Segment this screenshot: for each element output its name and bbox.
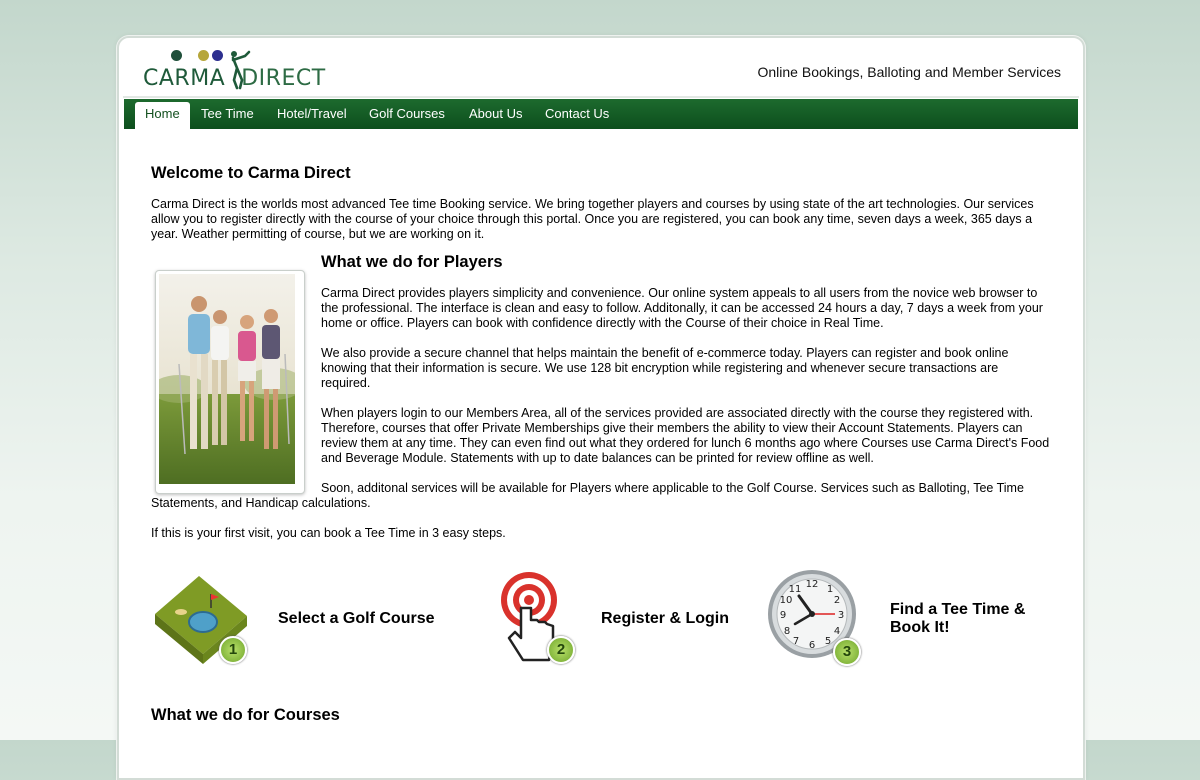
players-section: What we do for Players Carma Direct prov… <box>321 253 1051 466</box>
logo-dot-icon <box>212 50 223 61</box>
players-photo <box>151 270 305 494</box>
svg-text:9: 9 <box>780 610 786 621</box>
welcome-text: Carma Direct is the worlds most advanced… <box>151 197 1034 241</box>
page-frame: CARMA DIRECT Online Bookings, Balloting a… <box>117 36 1085 780</box>
logo-text-carma: CARMA <box>143 66 226 91</box>
step-3-badge: 3 <box>833 638 861 666</box>
nav-item-contact-us[interactable]: Contact Us <box>535 99 619 129</box>
main-nav: Home Tee Time Hotel/Travel Golf Courses … <box>124 99 1078 129</box>
svg-text:8: 8 <box>784 626 790 637</box>
players-title: What we do for Players <box>321 253 503 271</box>
svg-text:4: 4 <box>834 626 840 637</box>
logo-dot-icon <box>198 50 209 61</box>
svg-text:6: 6 <box>809 640 815 651</box>
booking-steps: 1 Select a Golf Course 2 Register & Logi… <box>151 568 1051 678</box>
first-visit-text: If this is your first visit, you can boo… <box>151 526 506 540</box>
players-paragraph-3: When players login to our Members Area, … <box>321 406 1050 465</box>
players-paragraph-2: We also provide a secure channel that he… <box>321 346 1009 390</box>
step-1-graphic[interactable]: 1 <box>151 568 251 668</box>
nav-item-home[interactable]: Home <box>135 102 190 129</box>
logo-text-direct: DIRECT <box>241 66 326 91</box>
step-2-label[interactable]: Register & Login <box>601 610 729 628</box>
svg-text:10: 10 <box>780 595 793 606</box>
players-paragraph-1: Carma Direct provides players simplicity… <box>321 286 1043 330</box>
svg-text:2: 2 <box>834 595 840 606</box>
site-header: CARMA DIRECT Online Bookings, Balloting a… <box>119 38 1083 98</box>
step-2-graphic[interactable]: 2 <box>491 568 591 668</box>
svg-text:1: 1 <box>827 584 833 595</box>
golfers-group-image <box>151 274 304 484</box>
svg-text:5: 5 <box>825 636 831 647</box>
site-tagline: Online Bookings, Balloting and Member Se… <box>757 64 1062 80</box>
step-1-badge: 1 <box>219 636 247 664</box>
step-1-label[interactable]: Select a Golf Course <box>278 610 435 628</box>
target-pointer-icon <box>501 572 557 662</box>
nav-item-about-us[interactable]: About Us <box>459 99 532 129</box>
nav-item-tee-time[interactable]: Tee Time <box>191 99 264 129</box>
carma-direct-logo[interactable]: CARMA DIRECT <box>143 50 333 92</box>
courses-title: What we do for Courses <box>151 706 340 724</box>
welcome-title: Welcome to Carma Direct <box>151 164 351 182</box>
logo-dot-icon <box>171 50 182 61</box>
svg-text:12: 12 <box>806 579 819 590</box>
svg-text:11: 11 <box>789 584 802 595</box>
svg-text:7: 7 <box>793 636 799 647</box>
header-divider <box>123 96 1079 98</box>
step-3-graphic[interactable]: 12 3 6 9 11 1 2 10 8754 3 <box>765 568 865 668</box>
logo-text: CARMA DIRECT <box>143 66 326 91</box>
nav-item-hotel-travel[interactable]: Hotel/Travel <box>267 99 357 129</box>
svg-text:3: 3 <box>838 610 844 621</box>
step-2-badge: 2 <box>547 636 575 664</box>
nav-item-golf-courses[interactable]: Golf Courses <box>359 99 455 129</box>
step-3-label[interactable]: Find a Tee Time & Book It! <box>890 601 1025 637</box>
